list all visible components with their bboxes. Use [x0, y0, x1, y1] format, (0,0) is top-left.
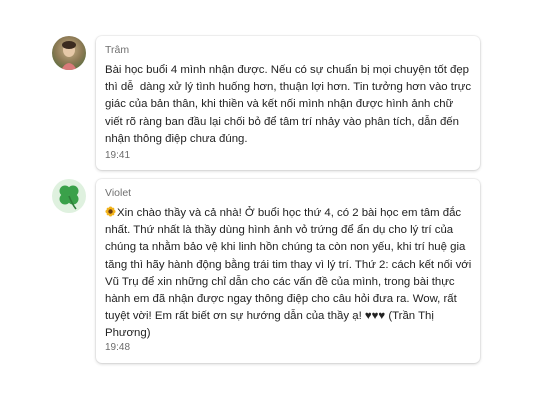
- message-text: Xin chào thầy và cả nhà! Ở buổi học thứ …: [105, 205, 473, 343]
- message-bubble[interactable]: Trâm Bài học buổi 4 mình nhận được. Nếu …: [96, 36, 480, 170]
- sunflower-emoji-icon: [105, 206, 116, 217]
- message-timestamp: 19:41: [105, 150, 131, 161]
- profile-photo-icon: [52, 36, 86, 70]
- chat-feed: Trâm Bài học buổi 4 mình nhận được. Nếu …: [0, 0, 533, 400]
- avatar[interactable]: [52, 36, 86, 70]
- message-timestamp: 19:48: [105, 342, 131, 353]
- sender-name: Trâm: [105, 44, 130, 56]
- avatar[interactable]: [52, 179, 86, 213]
- chat-message: Violet Xin chào thầy và cả nhà! Ở buổi h…: [52, 179, 480, 369]
- message-text: Bài học buổi 4 mình nhận được. Nếu có sự…: [105, 64, 475, 145]
- message-bubble[interactable]: Violet Xin chào thầy và cả nhà! Ở buổi h…: [96, 179, 480, 363]
- sender-name: Violet: [105, 187, 132, 199]
- message-body: Xin chào thầy và cả nhà! Ở buổi học thứ …: [105, 207, 475, 340]
- clover-avatar-icon: [52, 179, 86, 213]
- chat-message: Trâm Bài học buổi 4 mình nhận được. Nếu …: [52, 36, 480, 176]
